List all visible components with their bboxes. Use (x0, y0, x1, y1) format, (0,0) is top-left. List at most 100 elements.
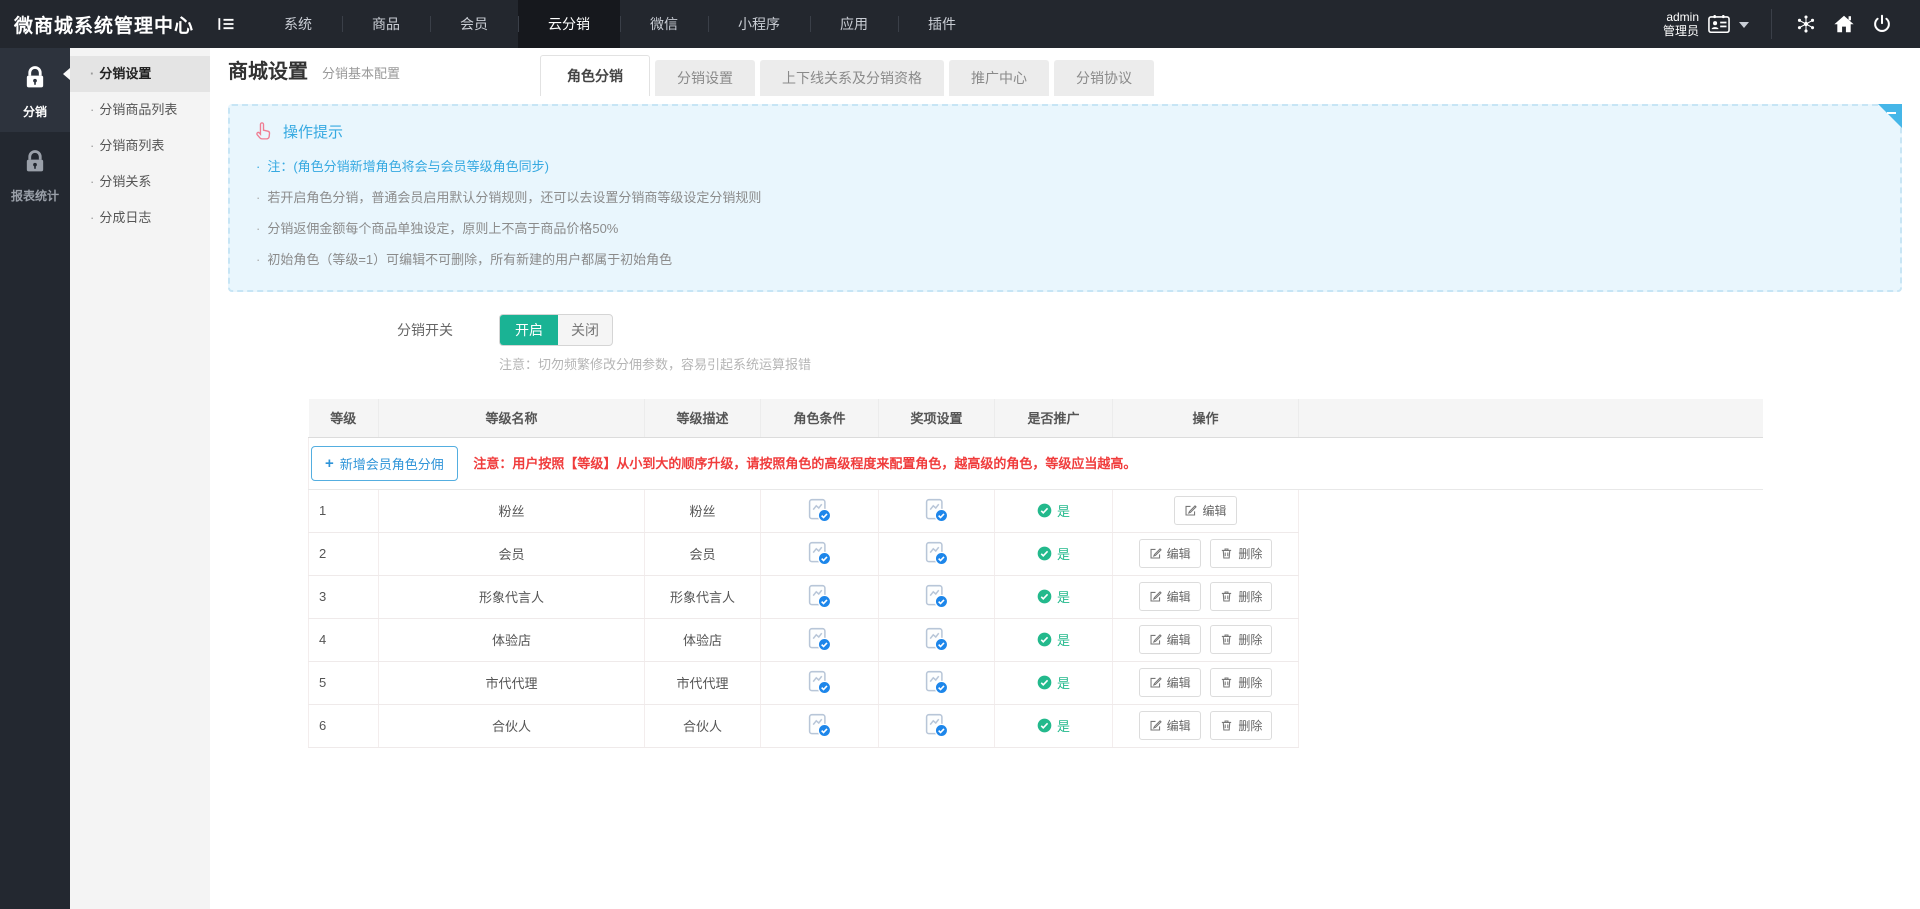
user-name: admin (1663, 10, 1699, 24)
edit-button[interactable]: 编辑 (1139, 711, 1201, 740)
nav-item-apps[interactable]: 应用 (810, 0, 898, 48)
module-label: 分销 (0, 103, 70, 120)
condition-doc-check-icon[interactable] (806, 712, 833, 739)
reward-doc-check-icon[interactable] (923, 626, 950, 653)
distribution-switch-label: 分销开关 (228, 320, 453, 340)
user-menu[interactable]: admin 管理员 (1663, 10, 1749, 38)
row-condition-cell (761, 532, 879, 575)
topbar-divider (1771, 9, 1772, 39)
nav-item-goods[interactable]: 商品 (342, 0, 430, 48)
tab-updown-relation[interactable]: 上下线关系及分销资格 (760, 60, 944, 96)
condition-doc-check-icon[interactable] (806, 497, 833, 524)
row-reward-cell (879, 532, 995, 575)
col-reward: 奖项设置 (879, 399, 995, 437)
app-logo: 微商城系统管理中心 (0, 0, 216, 48)
tab-distribution-agreement[interactable]: 分销协议 (1054, 60, 1154, 96)
sidebar-item-commission-log[interactable]: 分成日志 (70, 200, 210, 236)
module-item-distribution[interactable]: 分销 (0, 48, 70, 132)
edit-button[interactable]: 编辑 (1139, 625, 1201, 654)
col-name: 等级名称 (379, 399, 645, 437)
row-condition-cell (761, 575, 879, 618)
green-check-icon (1037, 675, 1052, 690)
reward-doc-check-icon[interactable] (923, 497, 950, 524)
row-name: 体验店 (379, 618, 645, 661)
sidebar-item-distribution-goods[interactable]: 分销商品列表 (70, 92, 210, 128)
edit-button[interactable]: 编辑 (1174, 496, 1236, 525)
sidebar-item-distribution-settings[interactable]: 分销设置 (70, 56, 210, 92)
id-card-icon (1707, 12, 1731, 36)
row-reward-cell (879, 489, 995, 532)
main-content: 商城设置 分销基本配置 角色分销 分销设置 上下线关系及分销资格 推广中心 分销… (210, 48, 1920, 909)
row-name: 市代代理 (379, 661, 645, 704)
table-row: 3 形象代言人 形象代言人 (309, 575, 1763, 618)
row-name: 形象代言人 (379, 575, 645, 618)
tips-collapse-corner[interactable] (1878, 104, 1902, 128)
module-item-report[interactable]: 报表统计 (0, 132, 70, 216)
trash-icon (1220, 633, 1233, 646)
nav-item-distribution[interactable]: 云分销 (518, 0, 620, 48)
col-level: 等级 (309, 399, 379, 437)
row-desc: 会员 (645, 532, 761, 575)
nav-item-miniprogram[interactable]: 小程序 (708, 0, 810, 48)
tab-distribution-settings[interactable]: 分销设置 (655, 60, 755, 96)
tab-role-distribution[interactable]: 角色分销 (540, 55, 650, 96)
sidebar-item-distribution-relation[interactable]: 分销关系 (70, 164, 210, 200)
home-icon[interactable] (1832, 12, 1856, 36)
chevron-down-icon (1739, 15, 1749, 33)
edit-pencil-icon (1184, 504, 1197, 517)
green-check-icon (1037, 503, 1052, 518)
hand-pointer-icon (252, 120, 274, 142)
table-row: 6 合伙人 合伙人 是 (309, 704, 1763, 747)
nav-item-wechat[interactable]: 微信 (620, 0, 708, 48)
condition-doc-check-icon[interactable] (806, 626, 833, 653)
reward-doc-check-icon[interactable] (923, 712, 950, 739)
condition-doc-check-icon[interactable] (806, 583, 833, 610)
reward-doc-check-icon[interactable] (923, 583, 950, 610)
module-sidebar: 分销 报表统计 (0, 48, 70, 909)
page-subtitle: 分销基本配置 (322, 63, 400, 82)
edit-button[interactable]: 编辑 (1139, 539, 1201, 568)
green-check-icon (1037, 718, 1052, 733)
menu-toggle-icon[interactable] (216, 0, 254, 48)
table-notice: 注意：用户按照【等级】从小到大的顺序升级，请按照角色的高级程度来配置角色，越高级… (473, 456, 1136, 471)
power-icon[interactable] (1870, 12, 1894, 36)
promote-status-badge: 是 (1037, 673, 1070, 692)
sidebar-item-distributor-list[interactable]: 分销商列表 (70, 128, 210, 164)
nav-item-member[interactable]: 会员 (430, 0, 518, 48)
trash-icon (1220, 547, 1233, 560)
table-toolbar-row: + 新增会员角色分佣 注意：用户按照【等级】从小到大的顺序升级，请按照角色的高级… (309, 437, 1763, 489)
edit-button[interactable]: 编辑 (1139, 582, 1201, 611)
condition-doc-check-icon[interactable] (806, 540, 833, 567)
promote-status-badge: 是 (1037, 501, 1070, 520)
plus-icon: + (325, 456, 334, 471)
delete-button[interactable]: 删除 (1210, 539, 1272, 568)
delete-button[interactable]: 删除 (1210, 582, 1272, 611)
row-desc: 粉丝 (645, 489, 761, 532)
shortcut-network-icon[interactable] (1794, 12, 1818, 36)
reward-doc-check-icon[interactable] (923, 669, 950, 696)
tips-item: 注：(角色分销新增角色将会与会员等级角色同步) (252, 150, 1878, 181)
nav-item-system[interactable]: 系统 (254, 0, 342, 48)
tips-panel: 操作提示 注：(角色分销新增角色将会与会员等级角色同步) 若开启角色分销，普通会… (228, 104, 1902, 292)
row-desc: 合伙人 (645, 704, 761, 747)
green-check-icon (1037, 546, 1052, 561)
table-row: 1 粉丝 粉丝 是 (309, 489, 1763, 532)
lock-icon (21, 148, 49, 176)
condition-doc-check-icon[interactable] (806, 669, 833, 696)
edit-button[interactable]: 编辑 (1139, 668, 1201, 697)
sidebar: 分销设置 分销商品列表 分销商列表 分销关系 分成日志 (70, 48, 210, 909)
reward-doc-check-icon[interactable] (923, 540, 950, 567)
delete-button[interactable]: 删除 (1210, 668, 1272, 697)
switch-on-button[interactable]: 开启 (500, 315, 558, 345)
promote-status-badge: 是 (1037, 544, 1070, 563)
green-check-icon (1037, 632, 1052, 647)
delete-button[interactable]: 删除 (1210, 625, 1272, 654)
tab-promotion-center[interactable]: 推广中心 (949, 60, 1049, 96)
row-name: 粉丝 (379, 489, 645, 532)
switch-off-button[interactable]: 关闭 (558, 315, 612, 345)
row-condition-cell (761, 489, 879, 532)
add-role-button[interactable]: + 新增会员角色分佣 (311, 446, 458, 481)
nav-item-plugins[interactable]: 插件 (898, 0, 986, 48)
delete-button[interactable]: 删除 (1210, 711, 1272, 740)
page-title: 商城设置 (228, 55, 308, 84)
